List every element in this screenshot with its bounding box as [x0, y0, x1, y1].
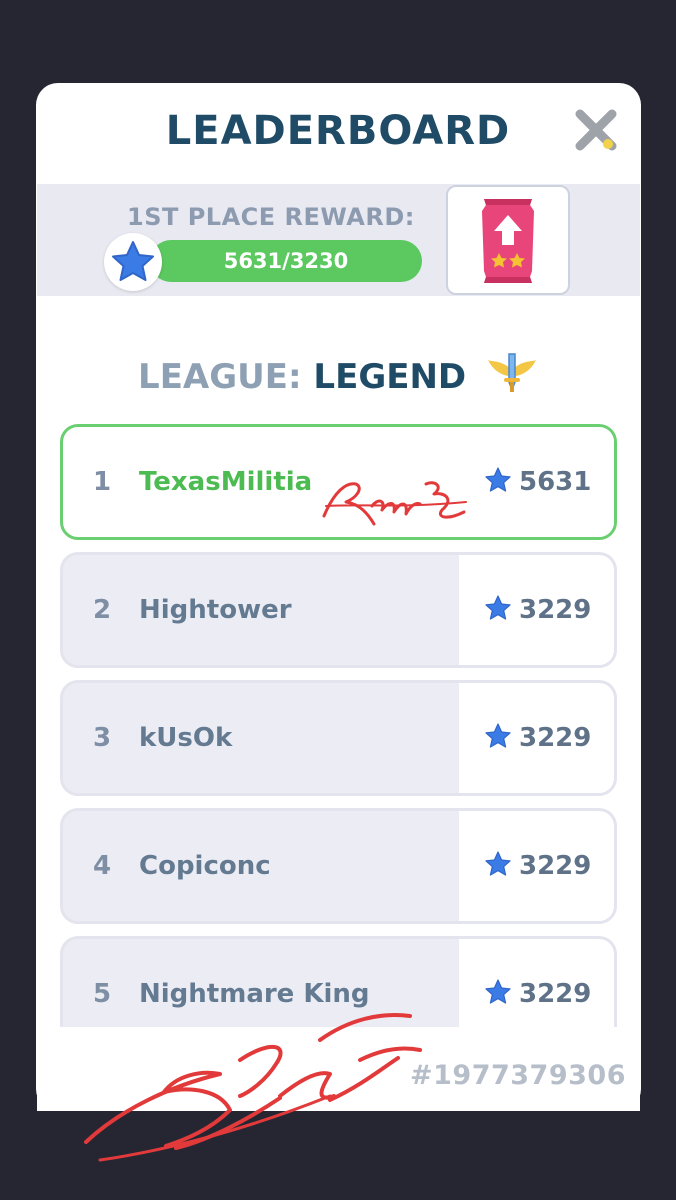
- progress-star-badge: [104, 233, 162, 291]
- player-name: TexasMilitia: [139, 467, 313, 497]
- league-prefix: LEAGUE:: [138, 357, 302, 397]
- player-rank: 5: [93, 979, 112, 1009]
- reward-progress-text: 5631/3230: [223, 249, 349, 273]
- star-icon: [485, 467, 511, 492]
- player-rank: 3: [93, 723, 112, 753]
- player-row[interactable]: 5 Nightmare King 3229: [60, 936, 617, 1030]
- league-heading: LEAGUE: LEGEND: [0, 350, 676, 407]
- winged-sword-icon: [486, 350, 538, 407]
- player-name: Hightower: [139, 595, 292, 625]
- player-score: 5631: [519, 467, 592, 497]
- star-icon: [485, 979, 511, 1004]
- player-rank: 4: [93, 851, 112, 881]
- reward-label: 1ST PLACE REWARD:: [127, 203, 415, 231]
- star-icon: [485, 595, 511, 620]
- player-row[interactable]: 2 Hightower 3229: [60, 552, 617, 668]
- star-icon: [485, 851, 511, 876]
- close-icon: [575, 109, 617, 151]
- star-icon: [112, 241, 154, 281]
- player-name: Nightmare King: [139, 979, 370, 1009]
- player-score: 3229: [519, 723, 592, 753]
- player-name: Copiconc: [139, 851, 271, 881]
- player-name: kUsOk: [139, 723, 233, 753]
- player-score: 3229: [519, 595, 592, 625]
- player-score: 3229: [519, 979, 592, 1009]
- league-name: LEGEND: [313, 357, 467, 397]
- player-row-self[interactable]: 1 TexasMilitia 5631: [60, 424, 617, 540]
- star-icon: [485, 723, 511, 748]
- reward-card[interactable]: [446, 185, 570, 295]
- player-score: 3229: [519, 851, 592, 881]
- player-rank: 1: [93, 467, 112, 497]
- reward-pack-icon: [482, 199, 534, 283]
- player-row[interactable]: 3 kUsOk 3229: [60, 680, 617, 796]
- player-row[interactable]: 4 Copiconc 3229: [60, 808, 617, 924]
- player-rank: 2: [93, 595, 112, 625]
- close-button[interactable]: [570, 104, 622, 156]
- match-id: #1977379306: [410, 1060, 626, 1091]
